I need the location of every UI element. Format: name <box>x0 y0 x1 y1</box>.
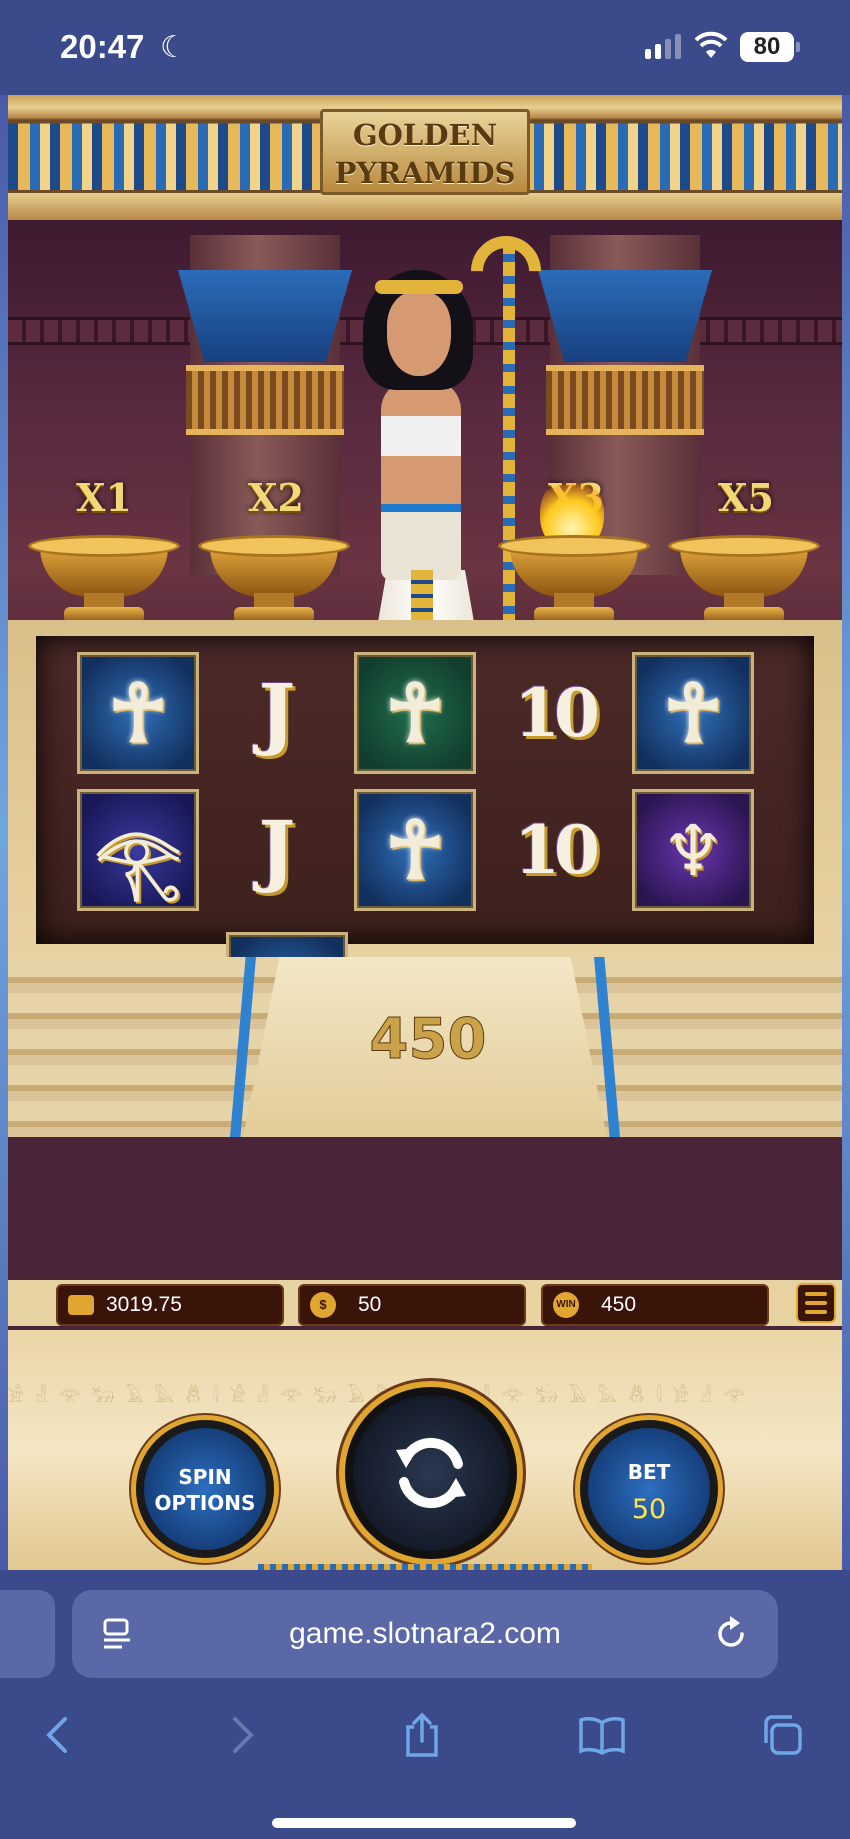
logo-line2: PYRAMIDS <box>334 156 516 190</box>
bet-button-label: BET <box>627 1460 671 1484</box>
moon-icon: ☾ <box>160 31 187 64</box>
balance-display: 3019.75 <box>56 1284 284 1326</box>
reel-cell-r1c3: ☥ <box>354 652 476 774</box>
cellular-signal-icon <box>645 34 681 59</box>
reload-icon[interactable] <box>714 1614 750 1652</box>
win-display: WIN 450 <box>541 1284 769 1326</box>
ten-symbol: 10 <box>514 674 600 752</box>
browser-toolbar <box>0 1705 850 1785</box>
spin-options-button[interactable]: SPIN OPTIONS <box>136 1420 274 1558</box>
chevron-left-icon <box>46 1717 67 1753</box>
chalice-symbol-icon: ♆ <box>661 808 725 892</box>
chevron-right-icon <box>233 1717 254 1753</box>
tabs-button[interactable] <box>752 1705 812 1765</box>
reel-cell-r2c5: ♆ <box>632 789 754 911</box>
ankh-symbol-icon: ☥ <box>108 666 168 760</box>
list-icon <box>805 1292 827 1296</box>
battery-icon: 80 <box>740 32 800 62</box>
game-header: GOLDEN PYRAMIDS <box>8 95 842 220</box>
win-amount-display: 450 <box>369 1007 487 1073</box>
forward-button[interactable] <box>212 1705 272 1765</box>
controls-panel: 𓀀 𓁐 𓂀 𓃒 𓄿 𓅓 𓆣 𓇋 𓀀 𓁐 𓂀 𓃒 𓄿 𓅓 𓆣 𓇋 𓀀 𓁐 𓂀 𓃒 … <box>8 1330 842 1570</box>
reel-cell-r2c4: 10 <box>493 789 615 911</box>
game-logo: GOLDEN PYRAMIDS <box>320 109 530 195</box>
share-button[interactable] <box>392 1705 452 1765</box>
refresh-arrows-icon <box>396 1437 466 1509</box>
status-bar: 20:47 ☾ 80 <box>0 0 850 95</box>
bookmarks-button[interactable] <box>572 1705 632 1765</box>
ankh-symbol-icon: ☥ <box>385 666 445 760</box>
reel-cell-r2c3: ☥ <box>354 789 476 911</box>
win-display-value: 450 <box>601 1293 637 1316</box>
ankh-symbol-icon: ☥ <box>385 803 445 897</box>
multiplier-x2: X2 <box>248 475 304 520</box>
j-symbol: J <box>258 667 296 759</box>
spin-options-line1: SPIN <box>178 1465 232 1489</box>
eye-of-horus-symbol-icon: 𓂀 <box>94 819 182 902</box>
background-edge-right <box>842 95 850 1570</box>
temple-stairs: 450 <box>8 957 842 1137</box>
bowl-x1 <box>28 535 180 627</box>
bet-button[interactable]: BET 50 <box>580 1420 718 1558</box>
ankh-symbol-icon: ☥ <box>663 666 723 760</box>
spin-options-line2: OPTIONS <box>154 1491 256 1515</box>
share-icon <box>406 1712 438 1757</box>
reel-cell-r1c2: J <box>216 652 338 774</box>
reel-cell-r1c1: ☥ <box>77 652 199 774</box>
bet-display: $ 50 <box>298 1284 526 1326</box>
background-edge-left <box>0 95 8 1570</box>
bet-display-value: 50 <box>358 1293 382 1316</box>
logo-line1: GOLDEN <box>352 118 498 152</box>
bowl-x5 <box>668 535 820 627</box>
reel-cell-r2c2: J <box>216 789 338 911</box>
bowl-x3-lit <box>498 475 650 627</box>
reel-cell-r1c4: 10 <box>493 652 615 774</box>
back-button[interactable] <box>28 1705 88 1765</box>
reel-cell-r1c5: ☥ <box>632 652 754 774</box>
win-icon: WIN <box>553 1292 579 1318</box>
wallet-icon <box>68 1295 94 1315</box>
spin-button[interactable] <box>345 1387 517 1559</box>
wifi-icon <box>694 31 728 58</box>
slot-game: GOLDEN PYRAMIDS X1 X2 X3 X5 ☥ J ☥ 10 ☥ <box>8 95 842 1570</box>
url-text: game.slotnara2.com <box>289 1617 561 1650</box>
coin-icon: $ <box>310 1292 336 1318</box>
home-indicator[interactable] <box>272 1818 576 1828</box>
status-time: 20:47 <box>60 28 145 65</box>
tabs-icon <box>764 1715 802 1755</box>
page-menu-icon[interactable] <box>102 1618 132 1650</box>
multiplier-x1: X1 <box>76 475 132 520</box>
reel-cell-r2c1: 𓂀 <box>77 789 199 911</box>
multiplier-x5: X5 <box>718 475 774 520</box>
balance-value: 3019.75 <box>106 1293 182 1316</box>
address-bar[interactable]: game.slotnara2.com <box>72 1590 778 1678</box>
bet-button-value: 50 <box>631 1494 667 1525</box>
bowl-x2 <box>198 535 350 627</box>
browser-chrome: game.slotnara2.com <box>0 1570 850 1839</box>
ten-symbol: 10 <box>514 811 600 889</box>
reels-grid: ☥ J ☥ 10 ☥ 𓂀 J ☥ 10 ♆ <box>36 636 814 944</box>
previous-tab[interactable] <box>0 1590 55 1678</box>
book-icon <box>579 1717 625 1755</box>
pillar-left <box>178 235 352 575</box>
menu-button[interactable] <box>796 1283 836 1323</box>
reels-frame: ☥ J ☥ 10 ☥ 𓂀 J ☥ 10 ♆ <box>8 620 842 960</box>
j-symbol: J <box>258 804 296 896</box>
